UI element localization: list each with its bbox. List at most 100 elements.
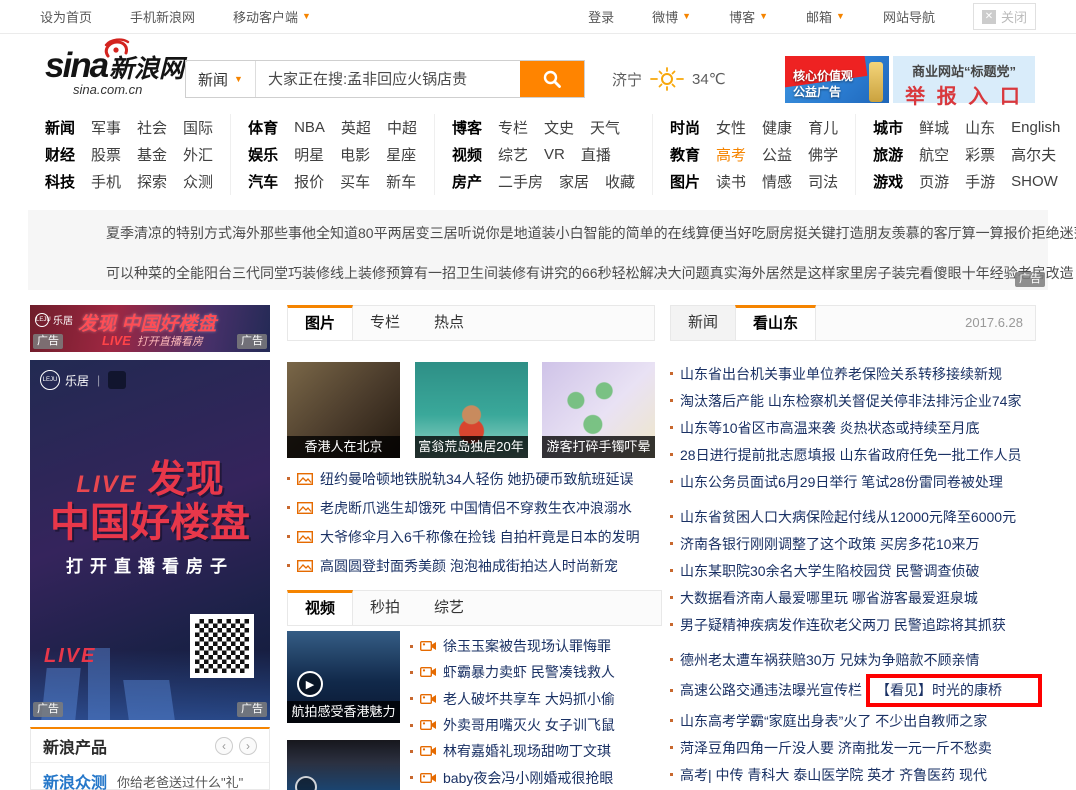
nav-item[interactable]: 电影 [340, 144, 370, 165]
text-ad-link[interactable]: 家里房子装完看傻眼 [836, 263, 962, 283]
nav-item[interactable]: 社会 [137, 117, 167, 138]
sina-logo[interactable]: sina新浪网 sina.com.cn [45, 46, 195, 97]
nav-item[interactable]: 房产 [452, 171, 482, 192]
nav-item[interactable]: 情感 [762, 171, 792, 192]
nav-item[interactable]: 二手房 [498, 171, 543, 192]
carousel-next-button[interactable]: › [239, 737, 257, 755]
carousel-prev-button[interactable]: ‹ [215, 737, 233, 755]
news-link[interactable]: 高圆圆登封面秀美颜 泡泡袖成街拍达人时尚新宠 [320, 556, 618, 576]
nav-item[interactable]: 女性 [716, 117, 746, 138]
news-link[interactable]: 高考| 中传 青科大 泰山医学院 英才 齐鲁医药 现代 [680, 765, 987, 785]
text-ad-link[interactable]: 三代同堂巧装修 [232, 263, 330, 283]
zhongce-desc-link[interactable]: 你给老爸送过什么"礼" [117, 772, 243, 790]
nav-item[interactable]: 报价 [294, 171, 324, 192]
text-ad-link[interactable]: 卫生间装修有讲究的 [456, 263, 582, 283]
news-link[interactable]: 山东公务员面试6月29日举行 笔试28份雷同卷被处理 [680, 472, 1003, 492]
nav-item[interactable]: 页游 [919, 171, 949, 192]
nav-item[interactable]: 探索 [137, 171, 167, 192]
nav-item[interactable]: 财经 [45, 144, 75, 165]
blog-link[interactable]: 博客▼ [729, 7, 768, 26]
nav-item[interactable]: 手游 [965, 171, 995, 192]
nav-item[interactable]: 司法 [808, 171, 838, 192]
tab-miaopai[interactable]: 秒拍 [353, 591, 417, 625]
nav-item[interactable]: 新闻 [45, 117, 75, 138]
nav-item[interactable]: 航空 [919, 144, 949, 165]
weibo-link[interactable]: 微博▼ [652, 7, 691, 26]
nav-item[interactable]: 明星 [294, 144, 324, 165]
site-nav-link[interactable]: 网站导航 [883, 7, 935, 26]
text-ad-link[interactable]: 夏季清凉的特别方式 [106, 223, 232, 243]
news-link[interactable]: 德州老太遭车祸获赔30万 兄妹为争赔款不顾亲情 [680, 650, 979, 670]
tab-shandong[interactable]: 看山东 [735, 305, 816, 340]
login-link[interactable]: 登录 [588, 7, 614, 26]
nav-item[interactable]: 股票 [91, 144, 121, 165]
news-link[interactable]: 纽约曼哈顿地铁脱轨34人轻伤 她扔硬币致航班延误 [320, 469, 633, 489]
nav-item[interactable]: 天气 [590, 117, 620, 138]
nav-item[interactable]: 买车 [340, 171, 370, 192]
nav-item[interactable]: 鲜城 [919, 117, 949, 138]
news-link[interactable]: 山东省贫困人口大病保险起付线从12000元降至6000元 [680, 507, 1016, 527]
news-link[interactable]: 大数据看济南人最爱哪里玩 哪省游客最爱逛泉城 [680, 588, 978, 608]
nav-item[interactable]: NBA [294, 119, 325, 136]
nav-item[interactable]: 博客 [452, 117, 482, 138]
news-link[interactable]: 大爷修伞月入6千称像在捡钱 自拍杆竟是日本的发明 [320, 527, 640, 547]
news-link[interactable]: 老虎断爪逃生却饿死 中国情侣不穿救生衣冲浪溺水 [320, 498, 632, 518]
search-input[interactable] [256, 61, 520, 97]
mobile-client-link[interactable]: 移动客户端▼ [233, 7, 311, 26]
nav-item[interactable]: 外汇 [183, 144, 213, 165]
values-ad-banner[interactable]: 核心价值观公益广告 [785, 56, 889, 103]
leju-banner-big[interactable]: LEJU乐居| LIVE发现 中国好楼盘 打开直播看房子 LIVE 广告 广告 [30, 360, 270, 720]
weather-widget[interactable]: 济宁 34℃ [612, 66, 726, 92]
news-link[interactable]: 济南各银行刚刚调整了这个政策 买房多花10来万 [680, 534, 979, 554]
tab-video[interactable]: 视频 [287, 590, 353, 625]
nav-item[interactable]: 直播 [581, 144, 611, 165]
text-ad-link[interactable]: 80平两居变三居 [358, 223, 458, 243]
news-link[interactable]: 淘汰落后产能 山东检察机关督促关停非法排污企业74家 [680, 391, 1021, 411]
highlighted-news-link[interactable]: 【看见】时光的康桥 [876, 680, 1002, 700]
set-home-link[interactable]: 设为首页 [40, 7, 92, 26]
close-button[interactable]: ✕关闭 [973, 3, 1036, 30]
video-thumb[interactable] [287, 740, 400, 790]
photo-thumb[interactable]: 富翁荒岛独居20年 [415, 362, 528, 458]
news-link[interactable]: 山东高考学霸“家庭出身表”火了 不少出自教师之家 [680, 711, 987, 731]
search-category-select[interactable]: 新闻▼ [186, 61, 256, 97]
video-link[interactable]: 林宥嘉婚礼现场甜吻丁文琪 [443, 741, 611, 761]
nav-item[interactable]: 国际 [183, 117, 213, 138]
nav-item[interactable]: 星座 [386, 144, 416, 165]
nav-item[interactable]: 山东 [965, 117, 995, 138]
nav-item[interactable]: 众测 [183, 171, 213, 192]
nav-item[interactable]: 收藏 [605, 171, 635, 192]
nav-item[interactable]: 中超 [387, 117, 417, 138]
nav-item[interactable]: 时尚 [670, 117, 700, 138]
text-ad-link[interactable]: 算一算报价拒绝迷茫 [962, 223, 1076, 243]
text-ad-link[interactable]: 真实海外居然是这样 [710, 263, 836, 283]
news-link[interactable]: 菏泽豆角四角一斤没人要 济南批发一元一斤不愁卖 [680, 738, 992, 758]
nav-item[interactable]: VR [544, 146, 565, 163]
photo-thumb[interactable]: 游客打碎手镯吓晕 [542, 362, 655, 458]
video-link[interactable]: 虾霸暴力卖虾 民警凑钱救人 [443, 662, 615, 682]
text-ad-link[interactable]: 海外那些事他全知道 [232, 223, 358, 243]
text-ad-link[interactable]: 智能的简单的在线算 [584, 223, 710, 243]
text-ad-link[interactable]: 66秒轻松解决大问题 [582, 263, 710, 283]
video-thumb[interactable]: ▶ 航拍感受香港魅力 [287, 631, 400, 723]
leju-banner-small[interactable]: LEJU乐居 发现 中国好楼盘 LIVE打开直播看房 广告 广告 [30, 305, 270, 352]
nav-item[interactable]: 图片 [670, 171, 700, 192]
nav-item[interactable]: 游戏 [873, 171, 903, 192]
nav-item[interactable]: 文史 [544, 117, 574, 138]
video-link[interactable]: 外卖哥用嘴灭火 女子训飞鼠 [443, 715, 615, 735]
zhongce-link[interactable]: 新浪众测 [43, 769, 107, 790]
nav-item[interactable]: 旅游 [873, 144, 903, 165]
nav-item[interactable]: 高尔夫 [1011, 144, 1056, 165]
news-link[interactable]: 男子疑精神疾病发作连砍老父两刀 民警追踪将其抓获 [680, 615, 1006, 635]
nav-item[interactable]: 综艺 [498, 144, 528, 165]
nav-item[interactable]: 公益 [762, 144, 792, 165]
news-link[interactable]: 山东某职院30余名大学生陷校园贷 民警调查侦破 [680, 561, 979, 581]
news-link[interactable]: 山东等10省区市高温来袭 炎热状态或持续至月底 [680, 418, 979, 438]
search-button[interactable] [520, 61, 584, 97]
nav-item[interactable]: 育儿 [808, 117, 838, 138]
nav-item[interactable]: 教育 [670, 144, 700, 165]
nav-item[interactable]: 健康 [762, 117, 792, 138]
nav-item[interactable]: 军事 [91, 117, 121, 138]
news-link[interactable]: 山东省出台机关事业单位养老保险关系转移接续新规 [680, 364, 1002, 384]
report-entry-banner[interactable]: 商业网站“标题党” 举 报 入 口 [893, 56, 1035, 103]
